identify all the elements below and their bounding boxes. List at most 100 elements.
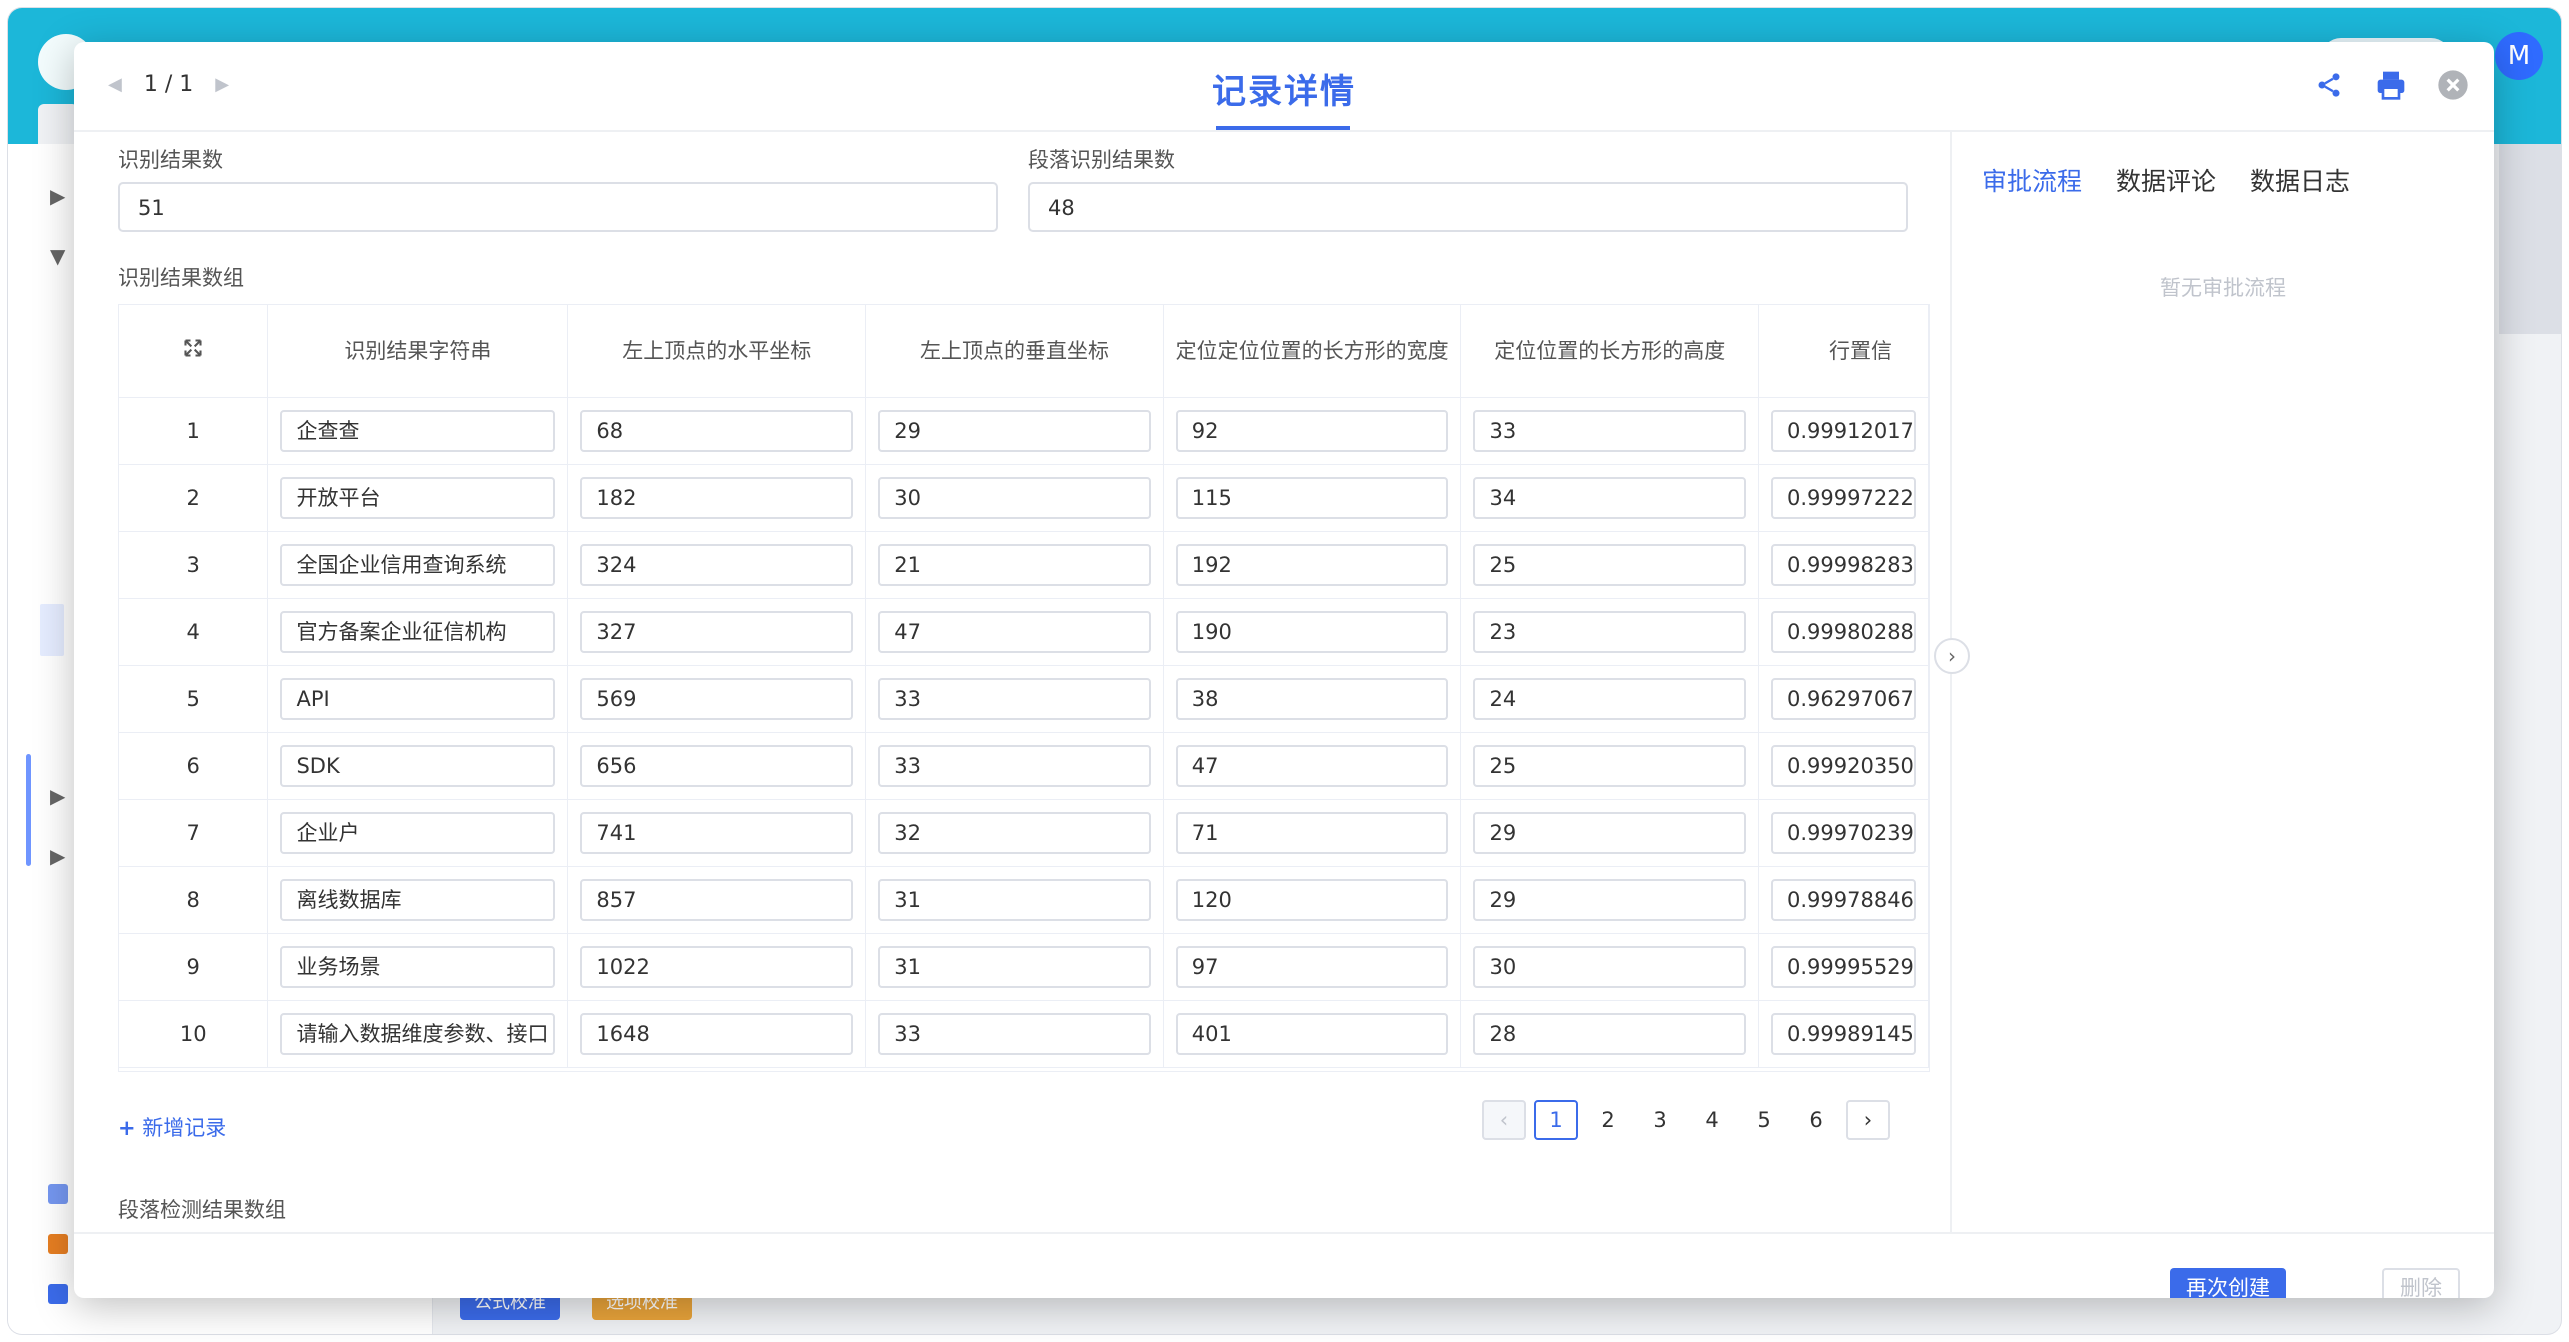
cell-input[interactable]: 97 bbox=[1175, 946, 1449, 988]
page-button[interactable]: 3 bbox=[1638, 1100, 1682, 1140]
table-cell: 30 bbox=[865, 464, 1164, 532]
table-icon[interactable] bbox=[48, 1234, 68, 1254]
cell-input[interactable]: 21 bbox=[878, 544, 1151, 586]
cell-input[interactable]: 1022 bbox=[580, 946, 854, 988]
cell-input[interactable]: SDK bbox=[280, 745, 556, 787]
page-button[interactable]: 5 bbox=[1742, 1100, 1786, 1140]
cell-input[interactable]: 741 bbox=[580, 812, 854, 854]
cell-input[interactable]: 71 bbox=[1175, 812, 1449, 854]
cell-input[interactable]: 0.99980288 bbox=[1771, 611, 1916, 653]
page-button[interactable]: 4 bbox=[1690, 1100, 1734, 1140]
cell-input[interactable]: 34 bbox=[1473, 477, 1746, 519]
prev-page-button[interactable]: ‹ bbox=[1482, 1100, 1526, 1140]
result-count-field[interactable]: 51 bbox=[118, 182, 998, 232]
cell-input[interactable]: 47 bbox=[878, 611, 1151, 653]
app-tab[interactable] bbox=[38, 104, 78, 144]
cell-input[interactable]: 23 bbox=[1473, 611, 1746, 653]
record-detail-modal: ◀ 1 / 1 ▶ 记录详情 识别结果数 51 段落识别结果数 48 识别结果数… bbox=[74, 42, 2494, 1298]
cell-input[interactable]: 业务场景 bbox=[280, 946, 556, 988]
cell-input[interactable]: 120 bbox=[1175, 879, 1449, 921]
cell-input[interactable]: 28 bbox=[1473, 1013, 1746, 1055]
cell-input[interactable]: 全国企业信用查询系统 bbox=[280, 544, 556, 586]
table-cell: 324 bbox=[567, 531, 867, 599]
cell-input[interactable]: 92 bbox=[1175, 410, 1449, 452]
cell-input[interactable]: 38 bbox=[1175, 678, 1449, 720]
table-cell: 656 bbox=[567, 732, 867, 800]
paragraph-count-field[interactable]: 48 bbox=[1028, 182, 1908, 232]
cell-input[interactable]: 0.99995529 bbox=[1771, 946, 1916, 988]
cell-input[interactable]: 33 bbox=[878, 745, 1151, 787]
tab-comments[interactable]: 数据评论 bbox=[2116, 162, 2216, 198]
cell-input[interactable]: 47 bbox=[1175, 745, 1449, 787]
cell-input[interactable]: 0.99997222 bbox=[1771, 477, 1916, 519]
close-icon[interactable] bbox=[2436, 68, 2470, 102]
cell-input[interactable]: 33 bbox=[878, 678, 1151, 720]
delete-button[interactable]: 删除 bbox=[2382, 1268, 2460, 1298]
add-record-button[interactable]: + 新增记录 bbox=[118, 1112, 226, 1142]
cell-input[interactable]: 401 bbox=[1175, 1013, 1449, 1055]
cell-input[interactable]: 33 bbox=[1473, 410, 1746, 452]
share-icon[interactable] bbox=[2312, 68, 2346, 102]
cell-input[interactable]: 请输入数据维度参数、接口 bbox=[280, 1013, 556, 1055]
cell-input[interactable]: 0.99998283 bbox=[1771, 544, 1916, 586]
cell-input[interactable]: 25 bbox=[1473, 544, 1746, 586]
cell-input[interactable]: 324 bbox=[580, 544, 854, 586]
cell-input[interactable]: 0.99970239 bbox=[1771, 812, 1916, 854]
table-cell: 30 bbox=[1460, 933, 1759, 1001]
cell-input[interactable]: 30 bbox=[1473, 946, 1746, 988]
table-cell: 47 bbox=[1163, 732, 1462, 800]
next-page-button[interactable]: › bbox=[1846, 1100, 1890, 1140]
cell-input[interactable]: 327 bbox=[580, 611, 854, 653]
cell-input[interactable]: 30 bbox=[878, 477, 1151, 519]
cell-input[interactable]: 857 bbox=[580, 879, 854, 921]
cell-input[interactable]: 31 bbox=[878, 879, 1151, 921]
cell-input[interactable]: 0.99920350 bbox=[1771, 745, 1916, 787]
print-icon[interactable] bbox=[2374, 68, 2408, 102]
sidebar-scroll-indicator bbox=[26, 754, 31, 866]
table-cell: 32 bbox=[865, 799, 1164, 867]
page-button[interactable]: 2 bbox=[1586, 1100, 1630, 1140]
cell-input[interactable]: 0.99912017 bbox=[1771, 410, 1916, 452]
recreate-button[interactable]: 再次创建 bbox=[2170, 1268, 2286, 1298]
cell-input[interactable]: 29 bbox=[1473, 812, 1746, 854]
cell-input[interactable]: 190 bbox=[1175, 611, 1449, 653]
cell-input[interactable]: 29 bbox=[878, 410, 1151, 452]
cell-input[interactable]: 官方备案企业征信机构 bbox=[280, 611, 556, 653]
table-cell: 38 bbox=[1163, 665, 1462, 733]
page-button[interactable]: 1 bbox=[1534, 1100, 1578, 1140]
cell-input[interactable]: 182 bbox=[580, 477, 854, 519]
cell-input[interactable]: 1648 bbox=[580, 1013, 854, 1055]
cell-input[interactable]: 开放平台 bbox=[280, 477, 556, 519]
avatar[interactable]: M bbox=[2495, 32, 2543, 80]
caret-right-icon[interactable]: ▶ bbox=[50, 784, 65, 808]
cell-input[interactable]: API bbox=[280, 678, 556, 720]
sidebar-item-selected[interactable] bbox=[40, 604, 64, 656]
cell-input[interactable]: 656 bbox=[580, 745, 854, 787]
caret-right-icon[interactable]: ▶ bbox=[50, 184, 65, 208]
table-cell: 31 bbox=[865, 866, 1164, 934]
cell-input[interactable]: 33 bbox=[878, 1013, 1151, 1055]
cell-input[interactable]: 0.99989145 bbox=[1771, 1013, 1916, 1055]
cell-input[interactable]: 115 bbox=[1175, 477, 1449, 519]
cell-input[interactable]: 25 bbox=[1473, 745, 1746, 787]
form-icon[interactable] bbox=[48, 1184, 68, 1204]
cell-input[interactable]: 29 bbox=[1473, 879, 1746, 921]
tab-approval[interactable]: 审批流程 bbox=[1982, 162, 2082, 198]
caret-right-icon[interactable]: ▶ bbox=[50, 844, 65, 868]
cell-input[interactable]: 68 bbox=[580, 410, 854, 452]
cell-input[interactable]: 24 bbox=[1473, 678, 1746, 720]
cell-input[interactable]: 企查查 bbox=[280, 410, 556, 452]
folder-icon[interactable] bbox=[48, 1284, 68, 1304]
page-button[interactable]: 6 bbox=[1794, 1100, 1838, 1140]
caret-down-icon[interactable]: ▼ bbox=[50, 244, 65, 268]
cell-input[interactable]: 0.96297067 bbox=[1771, 678, 1916, 720]
cell-input[interactable]: 192 bbox=[1175, 544, 1449, 586]
cell-input[interactable]: 0.99978846 bbox=[1771, 879, 1916, 921]
cell-input[interactable]: 离线数据库 bbox=[280, 879, 556, 921]
expand-icon[interactable] bbox=[119, 305, 269, 398]
cell-input[interactable]: 569 bbox=[580, 678, 854, 720]
cell-input[interactable]: 31 bbox=[878, 946, 1151, 988]
cell-input[interactable]: 32 bbox=[878, 812, 1151, 854]
tab-logs[interactable]: 数据日志 bbox=[2250, 162, 2350, 198]
cell-input[interactable]: 企业户 bbox=[280, 812, 556, 854]
